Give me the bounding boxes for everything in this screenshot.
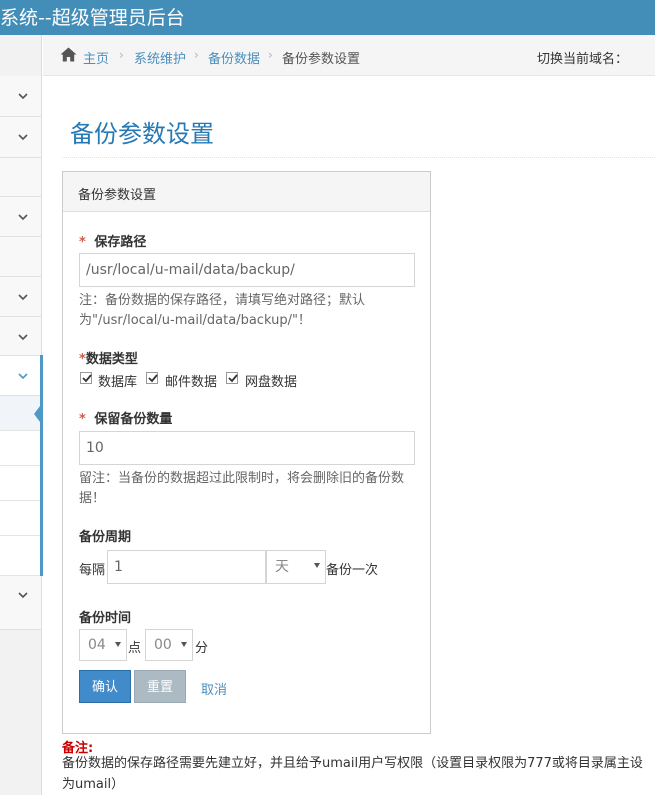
path-input[interactable]: /usr/local/u-mail/data/backup/ — [79, 253, 415, 287]
data-type-label: *数据类型 — [79, 352, 138, 367]
sidebar-subitem[interactable] — [0, 536, 41, 576]
checkbox-database[interactable] — [80, 372, 92, 384]
sidebar-item-2[interactable] — [0, 117, 41, 158]
sidebar-active-indicator — [40, 355, 43, 576]
footnote-text: 备份数据的保存路径需要先建立好，并且给予umail用户写权限（设置目录权限为77… — [62, 756, 643, 792]
sidebar-item-5[interactable] — [0, 237, 41, 277]
sidebar-subitem[interactable] — [0, 466, 41, 501]
domain-switch[interactable]: 切换当前域名： — [537, 48, 628, 67]
keep-count-note: 留注：当备份的数据超过此限制时，将会删除旧的备份数据！ — [79, 471, 405, 506]
cycle-interval-input[interactable]: 1 — [107, 550, 266, 584]
cycle-label: 备份周期 — [79, 530, 132, 545]
app-title: 系统--超级管理员后台 — [0, 7, 185, 29]
checkbox-netdisk-data-label[interactable]: 网盘数据 — [245, 371, 297, 390]
checkbox-database-label[interactable]: 数据库 — [98, 371, 137, 390]
confirm-button[interactable]: 确认 — [79, 670, 131, 703]
chevron-down-icon — [17, 370, 29, 382]
top-navbar: 系统--超级管理员后台 — [0, 0, 655, 35]
checkbox-mail-data-label[interactable]: 邮件数据 — [165, 371, 217, 390]
checkbox-netdisk-data[interactable] — [226, 372, 238, 384]
required-mark: * — [79, 235, 86, 250]
chevron-down-icon — [17, 589, 29, 601]
required-mark: * — [79, 352, 86, 367]
breadcrumb-current: 备份参数设置 — [282, 52, 361, 67]
sidebar-item-1[interactable] — [0, 76, 41, 117]
home-icon[interactable] — [60, 47, 77, 62]
sidebar-item-7[interactable] — [0, 317, 41, 356]
divider — [62, 157, 655, 158]
path-label: * 保存路径 — [79, 235, 147, 250]
chevron-down-icon — [17, 90, 29, 102]
chevron-down-icon — [17, 331, 29, 343]
sidebar-subitem[interactable] — [0, 501, 41, 536]
breadcrumb-separator: › — [119, 48, 124, 62]
cycle-suffix: 备份一次 — [326, 563, 379, 578]
chevron-down-icon — [17, 291, 29, 303]
sidebar-item-system-maintenance[interactable] — [0, 356, 41, 396]
sidebar-item-6[interactable] — [0, 277, 41, 317]
sidebar-item-3[interactable] — [0, 158, 41, 197]
sidebar-item-8[interactable] — [0, 576, 41, 630]
required-mark: * — [79, 412, 86, 427]
sidebar-item-4[interactable] — [0, 197, 41, 237]
sidebar-subitem[interactable] — [0, 431, 41, 466]
cycle-prefix: 每隔 — [79, 563, 106, 578]
keep-count-label: * 保留备份数量 — [79, 412, 173, 427]
cancel-link[interactable]: 取消 — [201, 679, 227, 698]
keep-count-input[interactable]: 10 — [79, 431, 415, 465]
breadcrumb-backup-data[interactable]: 备份数据 — [208, 48, 260, 67]
breadcrumb-separator: › — [268, 48, 273, 62]
panel-title: 备份参数设置 — [78, 188, 157, 203]
hour-select[interactable]: 04 — [79, 629, 127, 661]
path-note: 注：备份数据的保存路径，请填写绝对路径；默认为"/usr/local/u-mai… — [79, 293, 366, 328]
page-title: 备份参数设置 — [70, 120, 214, 148]
chevron-down-icon — [17, 131, 29, 143]
hour-unit: 点 — [128, 641, 142, 656]
chevron-down-icon — [314, 563, 320, 568]
chevron-down-icon — [181, 642, 187, 647]
chevron-down-icon — [17, 211, 29, 223]
chevron-down-icon — [115, 642, 121, 647]
breadcrumb-system-maintenance[interactable]: 系统维护 — [134, 48, 186, 67]
panel-header: 备份参数设置 — [63, 172, 430, 212]
checkbox-mail-data[interactable] — [146, 372, 158, 384]
sidebar-active-arrow — [34, 402, 43, 426]
cycle-unit-select[interactable]: 天 — [266, 550, 326, 584]
breadcrumb-separator: › — [194, 48, 199, 62]
time-label: 备份时间 — [79, 611, 132, 626]
minute-unit: 分 — [195, 641, 209, 656]
reset-button[interactable]: 重置 — [134, 670, 186, 703]
minute-select[interactable]: 00 — [145, 629, 193, 661]
breadcrumb-home[interactable]: 主页 — [83, 48, 109, 67]
